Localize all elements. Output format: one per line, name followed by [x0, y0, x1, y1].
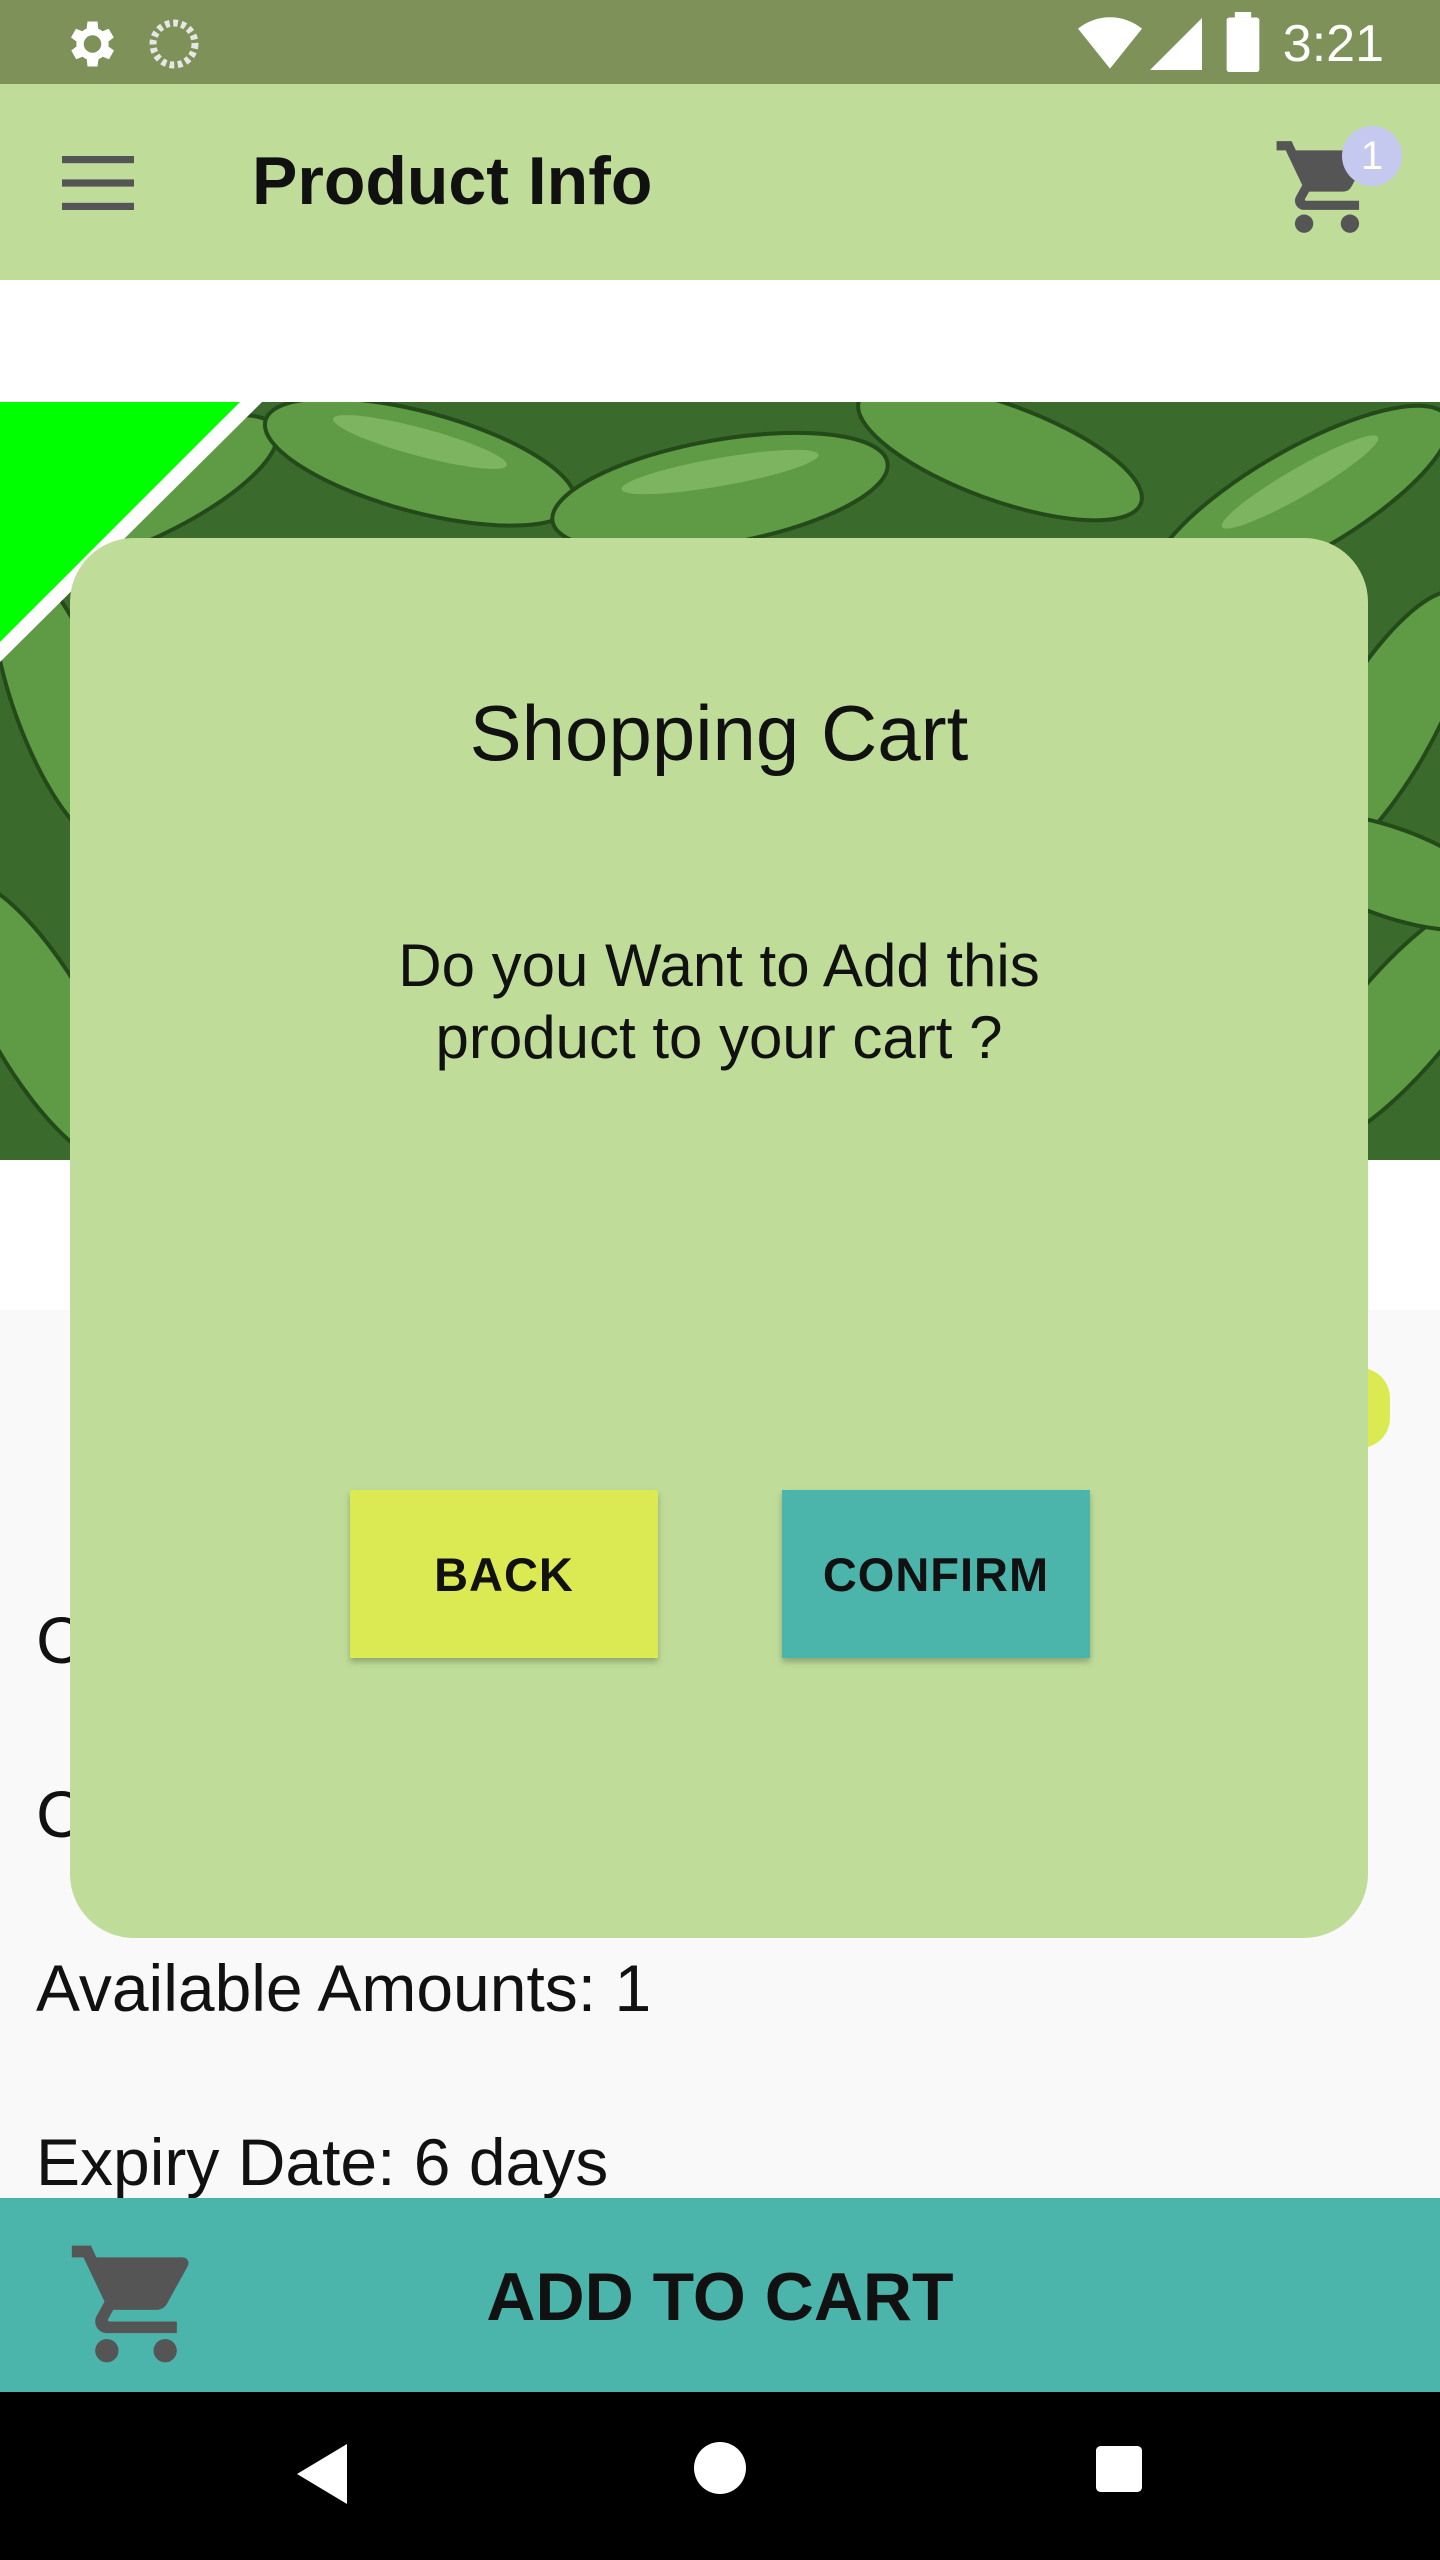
back-nav-icon[interactable]: [296, 2444, 348, 2504]
confirm-button[interactable]: CONFIRM: [782, 1490, 1090, 1658]
recents-nav-icon[interactable]: [1096, 2446, 1142, 2492]
dialog-message-line: product to your cart ?: [435, 1004, 1003, 1071]
dialog-title: Shopping Cart: [469, 689, 969, 777]
dialog-message-line: Do you Want to Add this: [398, 932, 1040, 999]
home-nav-icon[interactable]: [694, 2442, 746, 2494]
system-nav-bar: [0, 2392, 1440, 2560]
back-button[interactable]: BACK: [350, 1490, 658, 1658]
add-to-cart-label: ADD TO CART: [486, 2259, 954, 2335]
dialog-message: Do you Want to Add this product to your …: [70, 930, 1368, 1074]
shopping-cart-dialog: Shopping Cart Do you Want to Add this pr…: [70, 538, 1368, 1938]
add-to-cart-bar[interactable]: ADD TO CART: [0, 2198, 1440, 2392]
